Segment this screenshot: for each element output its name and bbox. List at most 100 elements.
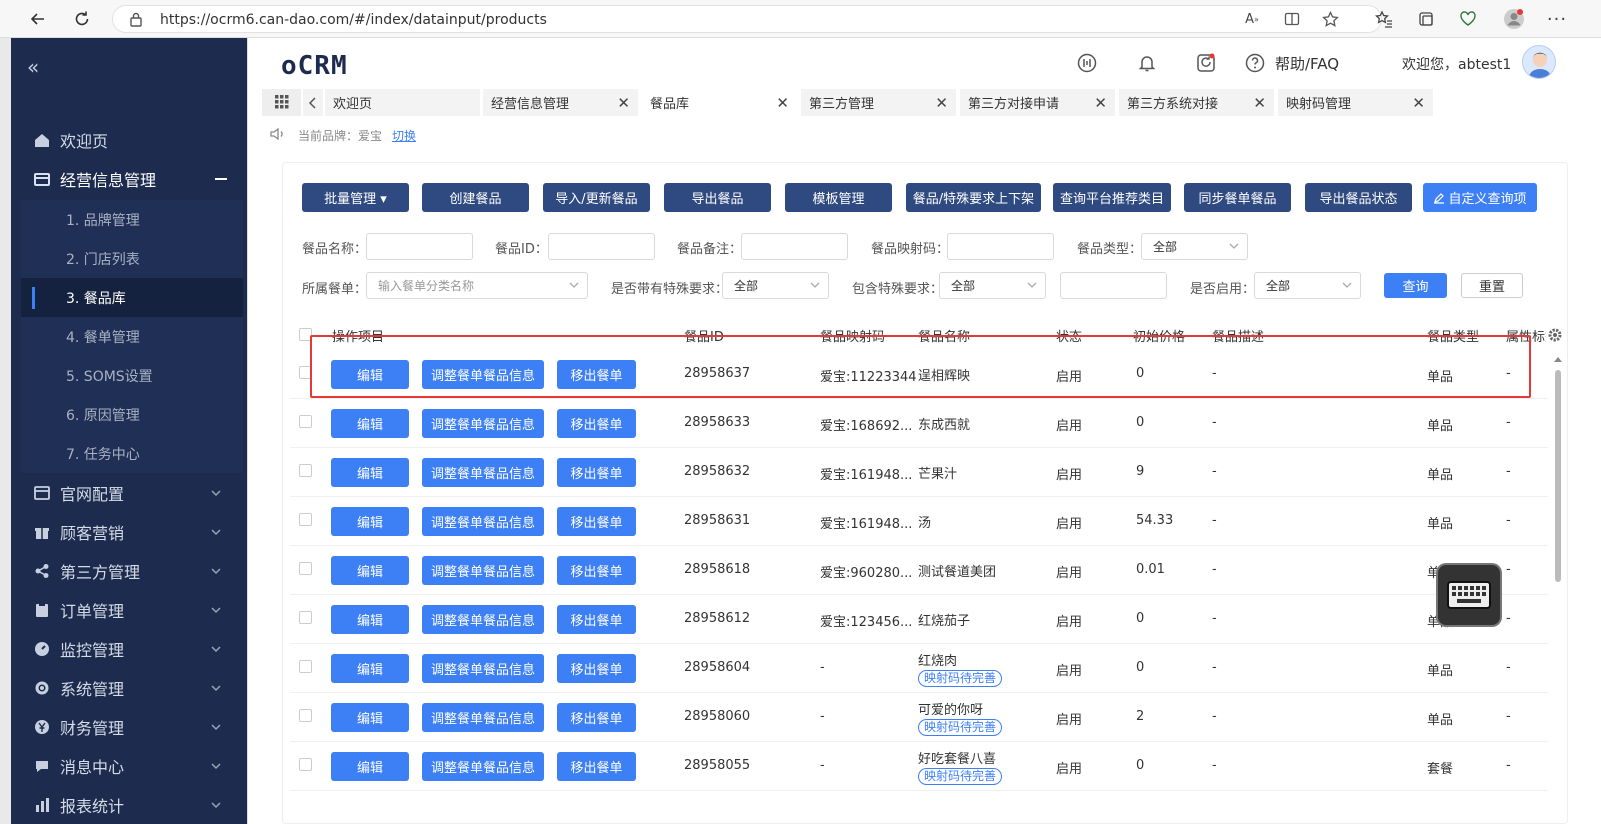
tab-welcome[interactable]: 欢迎页 bbox=[325, 89, 481, 116]
remove-from-menu-button[interactable]: 移出餐单 bbox=[557, 556, 636, 585]
tab-third-party-system[interactable]: 第三方系统对接 ✕ bbox=[1119, 89, 1275, 116]
edit-button[interactable]: 编辑 bbox=[331, 507, 409, 536]
export-products-button[interactable]: 导出餐品 bbox=[664, 183, 771, 212]
row-checkbox[interactable] bbox=[299, 758, 312, 771]
edit-button[interactable]: 编辑 bbox=[331, 605, 409, 634]
remove-from-menu-button[interactable]: 移出餐单 bbox=[557, 654, 636, 683]
health-heart-icon[interactable] bbox=[1456, 7, 1480, 31]
edit-button[interactable]: 编辑 bbox=[331, 752, 409, 781]
edit-button[interactable]: 编辑 bbox=[331, 654, 409, 683]
keyboard-icon[interactable] bbox=[1438, 565, 1500, 625]
notification-bell-icon[interactable] bbox=[1137, 53, 1157, 73]
enabled-select[interactable]: 全部 bbox=[1254, 272, 1361, 299]
search-button[interactable]: 查询 bbox=[1384, 273, 1447, 298]
sidebar-subitem-brand[interactable]: 1. 品牌管理 bbox=[21, 200, 243, 239]
row-checkbox[interactable] bbox=[299, 611, 312, 624]
product-note-input[interactable] bbox=[741, 233, 848, 260]
adjust-menu-item-button[interactable]: 调整餐单餐品信息 bbox=[422, 605, 544, 634]
close-icon[interactable]: ✕ bbox=[617, 94, 630, 112]
batch-manage-button[interactable]: 批量管理 ▾ bbox=[302, 183, 409, 212]
import-update-button[interactable]: 导入/更新餐品 bbox=[543, 183, 650, 212]
row-checkbox[interactable] bbox=[299, 709, 312, 722]
favorites-list-icon[interactable] bbox=[1372, 7, 1396, 31]
help-faq-link[interactable]: 帮助/FAQ bbox=[1275, 53, 1339, 74]
product-type-select[interactable]: 全部 bbox=[1141, 233, 1248, 260]
table-settings-gear-icon[interactable] bbox=[1547, 327, 1563, 347]
read-aloud-icon[interactable]: A» bbox=[1240, 7, 1264, 31]
tabs-scroll-left-button[interactable] bbox=[303, 89, 324, 116]
sidebar-subitem-reasons[interactable]: 6. 原因管理 bbox=[21, 395, 243, 434]
product-id-input[interactable] bbox=[548, 233, 655, 260]
collapse-sidebar-icon[interactable]: « bbox=[27, 55, 39, 79]
sidebar-subitem-soms[interactable]: 5. SOMS设置 bbox=[21, 356, 243, 395]
platform-category-button[interactable]: 查询平台推荐类目 bbox=[1053, 183, 1171, 212]
create-product-button[interactable]: 创建餐品 bbox=[422, 183, 529, 212]
export-status-button[interactable]: 导出餐品状态 bbox=[1305, 183, 1412, 212]
product-name-input[interactable] bbox=[366, 233, 473, 260]
tab-third-party-apply[interactable]: 第三方对接申请 ✕ bbox=[960, 89, 1116, 116]
edit-button[interactable]: 编辑 bbox=[331, 556, 409, 585]
template-manage-button[interactable]: 模板管理 bbox=[785, 183, 892, 212]
sidebar-item-website[interactable]: 官网配置 bbox=[11, 473, 247, 512]
edit-button[interactable]: 编辑 bbox=[331, 458, 409, 487]
sidebar-item-business-info[interactable]: 经营信息管理 bbox=[11, 159, 247, 198]
profile-avatar-icon[interactable] bbox=[1502, 7, 1526, 31]
mapping-code-input[interactable] bbox=[947, 233, 1054, 260]
adjust-menu-item-button[interactable]: 调整餐单餐品信息 bbox=[422, 703, 544, 732]
tab-menu-button[interactable] bbox=[262, 89, 302, 116]
remove-from-menu-button[interactable]: 移出餐单 bbox=[557, 605, 636, 634]
adjust-menu-item-button[interactable]: 调整餐单餐品信息 bbox=[422, 654, 544, 683]
row-checkbox[interactable] bbox=[299, 660, 312, 673]
close-icon[interactable]: ✕ bbox=[776, 94, 789, 112]
scrollbar-thumb[interactable] bbox=[1555, 370, 1561, 582]
adjust-menu-item-button[interactable]: 调整餐单餐品信息 bbox=[422, 752, 544, 781]
sidebar-item-marketing[interactable]: 顾客营销 bbox=[11, 512, 247, 551]
row-checkbox[interactable] bbox=[299, 415, 312, 428]
sidebar-item-orders[interactable]: 订单管理 bbox=[11, 590, 247, 629]
close-icon[interactable]: ✕ bbox=[1094, 94, 1107, 112]
sidebar-item-reports[interactable]: 报表统计 bbox=[11, 785, 247, 824]
address-bar[interactable]: https://ocrm6.can-dao.com/#/index/datain… bbox=[112, 5, 1382, 33]
reset-button[interactable]: 重置 bbox=[1461, 273, 1523, 298]
sync-menu-products-button[interactable]: 同步餐单餐品 bbox=[1184, 183, 1291, 212]
tab-third-party[interactable]: 第三方管理 ✕ bbox=[801, 89, 957, 116]
sync-refresh-icon[interactable] bbox=[1196, 53, 1216, 73]
shelf-toggle-button[interactable]: 餐品/特殊要求上下架 bbox=[906, 183, 1041, 212]
adjust-menu-item-button[interactable]: 调整餐单餐品信息 bbox=[422, 458, 544, 487]
remove-from-menu-button[interactable]: 移出餐单 bbox=[557, 409, 636, 438]
edit-button[interactable]: 编辑 bbox=[331, 409, 409, 438]
row-checkbox[interactable] bbox=[299, 562, 312, 575]
adjust-menu-item-button[interactable]: 调整餐单餐品信息 bbox=[422, 556, 544, 585]
tab-business-info[interactable]: 经营信息管理 ✕ bbox=[483, 89, 639, 116]
tab-mapping-codes[interactable]: 映射码管理 ✕ bbox=[1278, 89, 1434, 116]
adjust-menu-item-button[interactable]: 调整餐单餐品信息 bbox=[422, 409, 544, 438]
sidebar-item-messages[interactable]: 消息中心 bbox=[11, 746, 247, 785]
sidebar-subitem-products[interactable]: 3. 餐品库 bbox=[21, 278, 243, 317]
sidebar-item-monitoring[interactable]: 监控管理 bbox=[11, 629, 247, 668]
sidebar-subitem-tasks[interactable]: 7. 任务中心 bbox=[21, 434, 243, 473]
sidebar-item-system[interactable]: 系统管理 bbox=[11, 668, 247, 707]
sidebar-item-third-party[interactable]: 第三方管理 bbox=[11, 551, 247, 590]
menu-category-select[interactable]: 输入餐单分类名称 bbox=[366, 272, 588, 299]
remove-from-menu-button[interactable]: 移出餐单 bbox=[557, 458, 636, 487]
help-circle-icon[interactable] bbox=[1245, 53, 1265, 73]
avatar[interactable] bbox=[1522, 45, 1556, 79]
adjust-menu-item-button[interactable]: 调整餐单餐品信息 bbox=[422, 507, 544, 536]
close-icon[interactable]: ✕ bbox=[1412, 94, 1425, 112]
custom-query-button[interactable]: 自定义查询项 bbox=[1423, 183, 1537, 212]
row-checkbox[interactable] bbox=[299, 464, 312, 477]
edit-button[interactable]: 编辑 bbox=[331, 703, 409, 732]
sidebar-item-finance[interactable]: 财务管理 bbox=[11, 707, 247, 746]
remove-from-menu-button[interactable]: 移出餐单 bbox=[557, 752, 636, 781]
row-checkbox[interactable] bbox=[299, 513, 312, 526]
collections-icon[interactable] bbox=[1414, 7, 1438, 31]
close-icon[interactable]: ✕ bbox=[935, 94, 948, 112]
reload-icon[interactable] bbox=[70, 7, 94, 31]
more-menu-icon[interactable]: ··· bbox=[1545, 7, 1569, 31]
remove-from-menu-button[interactable]: 移出餐单 bbox=[557, 703, 636, 732]
back-arrow-icon[interactable] bbox=[26, 7, 50, 31]
pulse-icon[interactable] bbox=[1077, 53, 1097, 73]
sidebar-subitem-stores[interactable]: 2. 门店列表 bbox=[21, 239, 243, 278]
special-requirement-select[interactable]: 全部 bbox=[722, 272, 829, 299]
tab-products[interactable]: 餐品库 ✕ bbox=[642, 89, 798, 116]
